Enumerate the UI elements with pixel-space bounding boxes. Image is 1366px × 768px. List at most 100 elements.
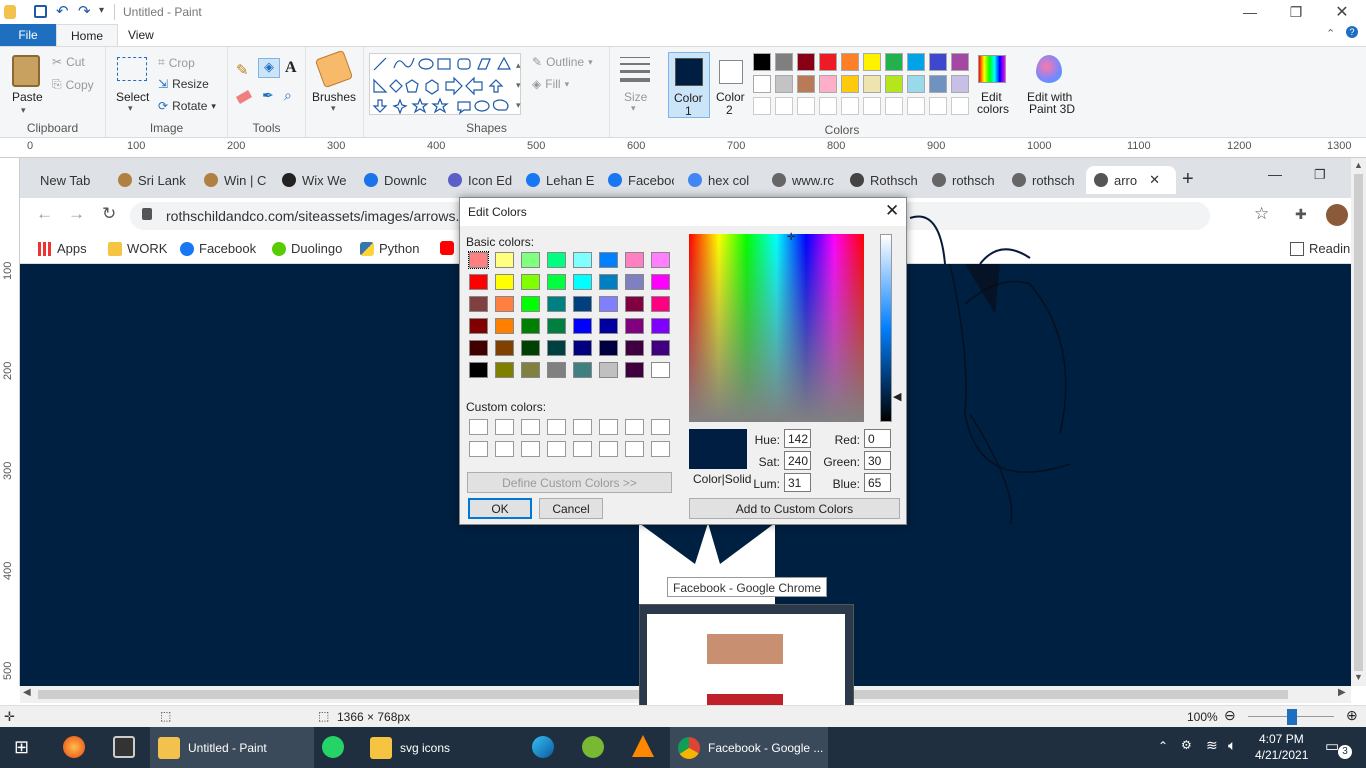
basic-color-swatch[interactable] bbox=[469, 340, 488, 356]
palette-swatch[interactable] bbox=[797, 53, 815, 71]
basic-color-swatch[interactable] bbox=[599, 318, 618, 334]
select-button[interactable]: Select bbox=[116, 90, 149, 104]
basic-color-swatch[interactable] bbox=[521, 318, 540, 334]
magnifier-icon[interactable]: ⌕ bbox=[284, 87, 292, 104]
edge-icon[interactable] bbox=[532, 736, 554, 758]
basic-color-swatch[interactable] bbox=[599, 252, 618, 268]
pencil-icon[interactable]: ✎ bbox=[236, 61, 249, 79]
spectrum-crosshair-icon[interactable]: ✛ bbox=[787, 233, 797, 243]
basic-color-swatch[interactable] bbox=[573, 252, 592, 268]
basic-color-swatch[interactable] bbox=[625, 296, 644, 312]
palette-swatch[interactable] bbox=[907, 53, 925, 71]
custom-color-swatch[interactable] bbox=[547, 441, 566, 457]
basic-color-swatch[interactable] bbox=[651, 318, 670, 334]
palette-swatch[interactable] bbox=[863, 53, 881, 71]
vlc-icon[interactable] bbox=[632, 735, 654, 757]
palette-empty-swatch[interactable] bbox=[841, 97, 859, 115]
paste-dropdown-icon[interactable]: ▾ bbox=[21, 105, 26, 116]
palette-swatch[interactable] bbox=[885, 75, 903, 93]
paste-icon[interactable] bbox=[12, 55, 40, 87]
basic-color-swatch[interactable] bbox=[573, 340, 592, 356]
copy-button[interactable]: Copy bbox=[66, 78, 94, 92]
clock-time[interactable]: 4:07 PM bbox=[1259, 732, 1304, 746]
basic-color-swatch[interactable] bbox=[547, 296, 566, 312]
edit-colors-line2[interactable]: colors bbox=[977, 102, 1009, 116]
palette-swatch[interactable] bbox=[929, 75, 947, 93]
color-picker-icon[interactable]: ✒ bbox=[262, 87, 274, 104]
custom-color-swatch[interactable] bbox=[521, 441, 540, 457]
taskbar-chrome[interactable]: Facebook - Google ... bbox=[670, 727, 828, 768]
brushes-dropdown-icon[interactable]: ▾ bbox=[331, 103, 336, 114]
palette-swatch[interactable] bbox=[841, 75, 859, 93]
utorrent-icon[interactable] bbox=[582, 736, 604, 758]
add-to-custom-colors-button[interactable]: Add to Custom Colors bbox=[689, 498, 900, 519]
custom-color-swatch[interactable] bbox=[599, 441, 618, 457]
basic-color-swatch[interactable] bbox=[547, 274, 566, 290]
custom-color-swatch[interactable] bbox=[469, 441, 488, 457]
palette-swatch[interactable] bbox=[863, 75, 881, 93]
basic-color-swatch[interactable] bbox=[547, 318, 566, 334]
select-icon[interactable] bbox=[117, 57, 147, 81]
palette-swatch[interactable] bbox=[885, 53, 903, 71]
basic-color-swatch[interactable] bbox=[495, 340, 514, 356]
zoom-slider-thumb[interactable] bbox=[1287, 709, 1297, 725]
redo-icon[interactable]: ↷ bbox=[78, 2, 91, 20]
basic-color-swatch[interactable] bbox=[651, 274, 670, 290]
basic-color-swatch[interactable] bbox=[521, 296, 540, 312]
calculator-icon[interactable] bbox=[113, 736, 135, 758]
language-icon[interactable]: ⚙ bbox=[1181, 738, 1192, 752]
size-dropdown-icon[interactable]: ▾ bbox=[631, 103, 636, 114]
palette-swatch[interactable] bbox=[841, 53, 859, 71]
shapes-scroll[interactable]: ▴ ▾ ▾ bbox=[516, 55, 521, 115]
scroll-right-icon[interactable]: ▶ bbox=[1338, 687, 1346, 698]
collapse-ribbon-icon[interactable]: ⌃ bbox=[1326, 27, 1335, 40]
basic-color-swatch[interactable] bbox=[469, 318, 488, 334]
outline-button[interactable]: Outline bbox=[546, 55, 584, 69]
palette-swatch[interactable] bbox=[775, 53, 793, 71]
tray-overflow-icon[interactable]: ⌃ bbox=[1158, 739, 1168, 753]
palette-swatch[interactable] bbox=[753, 75, 771, 93]
hue-field[interactable]: 142 bbox=[784, 429, 811, 448]
palette-swatch[interactable] bbox=[951, 53, 969, 71]
palette-empty-swatch[interactable] bbox=[797, 97, 815, 115]
palette-swatch[interactable] bbox=[775, 75, 793, 93]
palette-swatch[interactable] bbox=[797, 75, 815, 93]
cut-button[interactable]: Cut bbox=[66, 55, 85, 69]
basic-color-swatch[interactable] bbox=[495, 318, 514, 334]
shapes-gallery[interactable] bbox=[369, 53, 521, 115]
size-icon[interactable] bbox=[620, 57, 650, 82]
text-tool-icon[interactable]: A bbox=[285, 59, 297, 77]
luminosity-arrow-icon[interactable]: ◀ bbox=[893, 390, 901, 403]
basic-color-swatch[interactable] bbox=[573, 296, 592, 312]
basic-color-swatch[interactable] bbox=[599, 274, 618, 290]
rotate-button[interactable]: Rotate bbox=[172, 99, 207, 113]
basic-color-swatch[interactable] bbox=[651, 362, 670, 378]
luminosity-slider[interactable] bbox=[880, 234, 892, 422]
custom-color-swatch[interactable] bbox=[469, 419, 488, 435]
scroll-up-icon[interactable]: ▲ bbox=[1354, 160, 1363, 170]
custom-color-swatch[interactable] bbox=[599, 419, 618, 435]
palette-empty-swatch[interactable] bbox=[929, 97, 947, 115]
basic-color-swatch[interactable] bbox=[573, 318, 592, 334]
vertical-scroll-thumb[interactable] bbox=[1354, 174, 1363, 671]
palette-swatch[interactable] bbox=[753, 53, 771, 71]
palette-empty-swatch[interactable] bbox=[819, 97, 837, 115]
palette-swatch[interactable] bbox=[819, 75, 837, 93]
palette-empty-swatch[interactable] bbox=[753, 97, 771, 115]
palette-empty-swatch[interactable] bbox=[951, 97, 969, 115]
fill-button[interactable]: Fill bbox=[545, 77, 560, 91]
volume-icon[interactable]: 🔈︎ bbox=[1228, 737, 1236, 754]
basic-color-swatch[interactable] bbox=[469, 274, 488, 290]
basic-color-swatch[interactable] bbox=[625, 274, 644, 290]
brush-icon[interactable] bbox=[314, 49, 354, 89]
clock-date[interactable]: 4/21/2021 bbox=[1255, 748, 1308, 762]
custom-color-swatch[interactable] bbox=[625, 419, 644, 435]
basic-color-swatch[interactable] bbox=[573, 274, 592, 290]
basic-color-swatch[interactable] bbox=[651, 340, 670, 356]
basic-color-swatch[interactable] bbox=[469, 362, 488, 378]
palette-empty-swatch[interactable] bbox=[863, 97, 881, 115]
custom-color-swatch[interactable] bbox=[573, 419, 592, 435]
palette-empty-swatch[interactable] bbox=[885, 97, 903, 115]
green-field[interactable]: 30 bbox=[864, 451, 891, 470]
size-button[interactable]: Size bbox=[624, 90, 647, 104]
